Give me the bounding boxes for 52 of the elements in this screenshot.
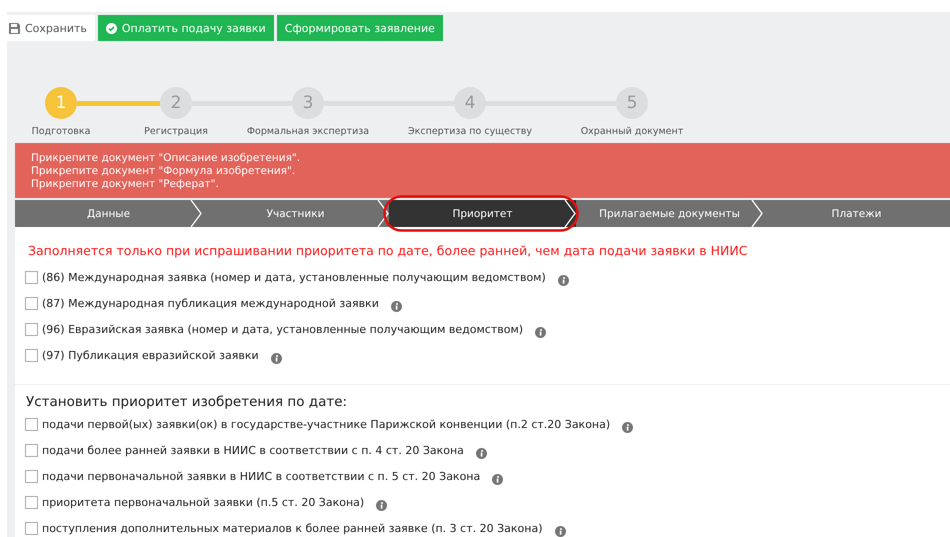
- checkbox-label: подачи более ранней заявки в НИИС в соответствии с п. 4 ст. 20 Закона: [42, 444, 464, 456]
- info-icon[interactable]: [492, 474, 504, 484]
- toolbar-button[interactable]: Сформировать заявление: [276, 15, 443, 41]
- step-label: Экспертиза по существу: [407, 126, 533, 137]
- info-icon[interactable]: [535, 326, 546, 338]
- checkbox[interactable]: [25, 444, 38, 456]
- checkbox-label: (96) Евразийская заявка (номер и дата, установленные получающим ведомством): [42, 322, 524, 336]
- step-label: Формальная экспертиза: [246, 126, 370, 137]
- checkbox-label: приоритета первоначальной заявки (п.5 ст. 20 Закона): [42, 496, 364, 508]
- checkbox-label: (97) Публикация евразийской заявки: [42, 348, 259, 362]
- tab[interactable]: Прилагаемые документы: [576, 200, 763, 227]
- notice-text: Заполняется только при испрашивании приоритета по дате, более ранней, чем дата подачи заявки в НИИС: [28, 243, 748, 258]
- info-icon[interactable]: [558, 274, 569, 286]
- info-icon[interactable]: [622, 422, 634, 432]
- tab[interactable]: Приоритет: [389, 200, 576, 227]
- checkbox-label: (86) Международная заявка (номер и дата, установленные получающим ведомством): [42, 270, 546, 284]
- section-title: Установить приоритет изобретения по дате:: [26, 394, 348, 410]
- checkbox[interactable]: [25, 470, 38, 482]
- checkbox[interactable]: [25, 296, 38, 310]
- tab[interactable]: Участники: [202, 200, 389, 227]
- tab[interactable]: Данные: [15, 200, 202, 227]
- info-icon[interactable]: [390, 300, 402, 312]
- step-circle: 3: [292, 87, 324, 119]
- step-label: Подготовка: [30, 126, 92, 137]
- info-icon[interactable]: [376, 500, 388, 510]
- checkbox-label: подачи первоначальной заявки в НИИС в соответствии с п. 5 ст. 20 Закона: [42, 470, 480, 482]
- step-circle: 2: [160, 87, 192, 119]
- info-icon[interactable]: [554, 526, 566, 536]
- checkbox[interactable]: [25, 270, 38, 284]
- checkbox-label: (87) Международная публикация международной заявки: [42, 296, 379, 310]
- checkbox[interactable]: [25, 418, 38, 430]
- checkbox[interactable]: [25, 496, 38, 508]
- checkbox[interactable]: [25, 522, 38, 534]
- step-label: Регистрация: [143, 126, 209, 137]
- step-circle: 5: [616, 87, 648, 119]
- toolbar-button[interactable]: Сохранить: [7, 15, 95, 41]
- info-icon[interactable]: [270, 352, 282, 364]
- save-icon: [9, 22, 20, 34]
- check-circle-icon: [106, 22, 117, 34]
- alert-message: Прикрепите документ "Формула изобретения".: [31, 165, 296, 178]
- toolbar-button[interactable]: Оплатить подачу заявки: [98, 15, 274, 41]
- info-icon[interactable]: [476, 448, 487, 458]
- checkbox[interactable]: [25, 348, 38, 362]
- step-circle: 1: [45, 87, 77, 119]
- step-label: Охранный документ: [580, 126, 684, 137]
- alert-message: Прикрепите документ "Описание изобретения".: [31, 152, 302, 165]
- alert-message: Прикрепите документ "Реферат".: [31, 178, 220, 191]
- checkbox-label: поступления дополнительных материалов к более ранней заявке (п. 3 ст. 20 Закона): [42, 522, 542, 534]
- checkbox-label: подачи первой(ых) заявки(ок) в государстве-участнике Парижской конвенции (п.2 ст.20 Закона): [42, 418, 610, 430]
- tab[interactable]: Платежи: [763, 200, 950, 227]
- checkbox[interactable]: [25, 322, 38, 336]
- step-circle: 4: [454, 87, 486, 119]
